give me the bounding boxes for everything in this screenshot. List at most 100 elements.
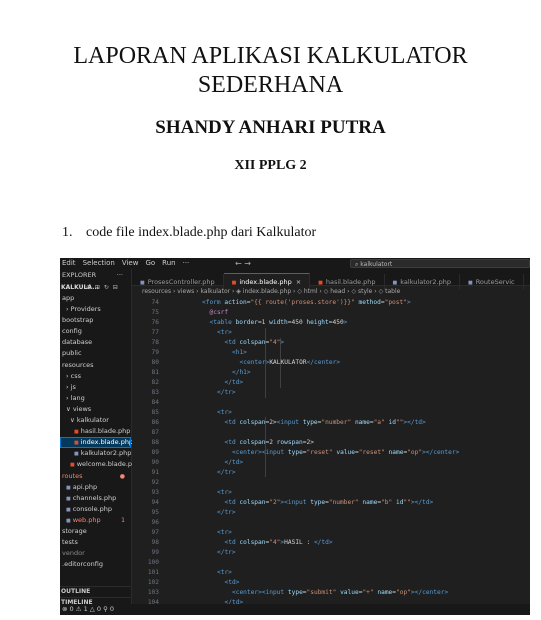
explorer-header: EXPLORER ···	[60, 269, 131, 282]
tree-item[interactable]: ∨ views	[60, 404, 131, 415]
menu-item[interactable]: Go	[145, 259, 155, 267]
line-number: 93	[151, 489, 159, 496]
code-text: <tr>	[217, 328, 232, 338]
tree-item-label: console.php	[72, 504, 113, 513]
nav-arrows-icon[interactable]: ← →	[235, 258, 251, 269]
tree-item[interactable]: resources	[60, 360, 131, 371]
line-number: 90	[151, 459, 159, 466]
code-token: type	[302, 419, 318, 426]
tree-item[interactable]: public	[60, 348, 131, 359]
tree-item[interactable]: ■ index.blade.php	[60, 437, 133, 449]
tree-item[interactable]: › Providers	[60, 304, 131, 315]
tree-item[interactable]: routes ●	[60, 471, 131, 482]
tree-item[interactable]: tests	[60, 537, 131, 548]
code-token: <h1>	[232, 349, 247, 356]
code-token: </tr>	[217, 389, 236, 396]
tree-item[interactable]: .editorconfig	[60, 559, 131, 570]
command-search-input[interactable]: ⌕ kalkulatort	[350, 259, 530, 268]
php-file-icon: ■	[74, 451, 79, 458]
code-token: name	[377, 589, 393, 596]
line-number: 96	[151, 519, 159, 526]
code-token: ></td>	[403, 419, 426, 426]
code-line: 74 <form action="{{ route('proses.store')…	[132, 298, 530, 308]
tree-item[interactable]: ■ api.php	[60, 482, 131, 493]
tree-item[interactable]: ■ kalkulator2.php	[60, 448, 131, 459]
code-text: <td colspan=2><input type="number" name=…	[225, 418, 426, 428]
status-bar[interactable]: ⊗ 0 ⚠ 1 △ 0 ⚲ 0	[60, 604, 530, 615]
tab-label: ProsesController.php	[147, 278, 215, 286]
tree-item[interactable]: › lang	[60, 393, 131, 404]
line-number: 77	[151, 329, 159, 336]
line-number: 81	[151, 369, 159, 376]
tree-item[interactable]: › js	[60, 382, 131, 393]
code-token: <center>	[239, 359, 270, 366]
code-line: 99 </tr>	[132, 548, 530, 558]
code-text: <tr>	[217, 568, 232, 578]
tab-label: RouteServic	[475, 278, 515, 286]
close-icon[interactable]: ×	[296, 278, 301, 286]
code-token: <td>	[224, 579, 240, 586]
tree-item[interactable]: ∨ kalkulator	[60, 415, 131, 426]
menu-item[interactable]: Selection	[83, 259, 115, 267]
code-token: id	[388, 419, 396, 426]
tree-item[interactable]: ■ console.php	[60, 504, 131, 515]
code-token: </tr>	[217, 469, 236, 476]
code-token: "a"	[373, 419, 385, 426]
menu-item[interactable]: View	[122, 259, 139, 267]
code-line: 94 <td colspan="2"><input type="number" n…	[132, 498, 530, 508]
menu-item[interactable]: Edit	[62, 259, 76, 267]
tree-item[interactable]: config	[60, 326, 131, 337]
project-folder[interactable]: KALKULA... ⊕ ⊞ ↻ ⊟	[60, 282, 131, 293]
code-text: </tr>	[217, 468, 236, 478]
code-token: "op"	[407, 449, 423, 456]
line-number: 79	[151, 349, 159, 356]
code-line: 84	[132, 398, 530, 408]
code-line: 90 </td>	[132, 458, 530, 468]
author-name: SHANDY ANHARI PUTRA	[155, 117, 386, 138]
explorer-actions-icon[interactable]: ⊕ ⊞ ↻ ⊟	[86, 282, 119, 293]
line-number: 92	[151, 479, 159, 486]
code-token: rowspan	[276, 439, 303, 446]
tree-item[interactable]: › css	[60, 371, 131, 382]
tree-item[interactable]: storage	[60, 526, 131, 537]
code-token: <center><input	[232, 589, 288, 596]
class-name: XII PPLG 2	[234, 158, 307, 173]
code-token: colspan	[239, 419, 266, 426]
code-token: ></center>	[422, 449, 460, 456]
tree-item-label: routes	[62, 471, 83, 480]
code-token: colspan	[239, 499, 266, 506]
menu-item[interactable]: Run	[162, 259, 175, 267]
tree-item[interactable]: database	[60, 337, 131, 348]
menu-item[interactable]: ···	[183, 259, 190, 267]
tree-item[interactable]: ■ channels.php	[60, 493, 131, 504]
tree-item[interactable]: ■ welcome.blade.php	[60, 459, 140, 470]
code-line: 87	[132, 428, 530, 438]
tree-item[interactable]: vendor	[60, 548, 131, 559]
tree-item-label: app	[62, 294, 75, 302]
more-actions-icon[interactable]: ···	[117, 269, 123, 282]
list-number: 1.	[62, 225, 73, 240]
code-token: ""	[403, 499, 411, 506]
code-text: </h1>	[232, 368, 251, 378]
code-token: type	[310, 499, 326, 506]
code-token: </td>	[224, 459, 244, 466]
outline-section[interactable]: OUTLINE	[60, 586, 133, 597]
code-line: 83 </tr>	[132, 388, 530, 398]
code-text: <form action="{{ route('proses.store')}}…	[202, 298, 411, 308]
code-token: "post"	[384, 299, 407, 306]
tab-label: kalkulator2.php	[400, 278, 451, 286]
tree-item-label: public	[62, 349, 82, 358]
tree-item[interactable]: ■ web.php 1	[60, 515, 131, 526]
code-line: 85 <tr>	[132, 408, 530, 418]
line-number: 98	[151, 539, 159, 546]
code-text: <td colspan="4">	[225, 338, 285, 348]
tree-item[interactable]: app	[60, 293, 131, 304]
line-number: 99	[151, 549, 159, 556]
modified-dot-icon: ●	[119, 472, 125, 480]
code-editor[interactable]: 74 <form action="{{ route('proses.store')…	[132, 298, 530, 615]
code-token: <tr>	[217, 489, 232, 496]
tree-item[interactable]: bootstrap	[60, 315, 131, 326]
breadcrumb[interactable]: resources › views › kalkulator › ◈ index…	[132, 286, 530, 298]
tree-item[interactable]: ■ hasil.blade.php	[60, 426, 131, 437]
blade-file-icon: ■	[70, 462, 75, 469]
